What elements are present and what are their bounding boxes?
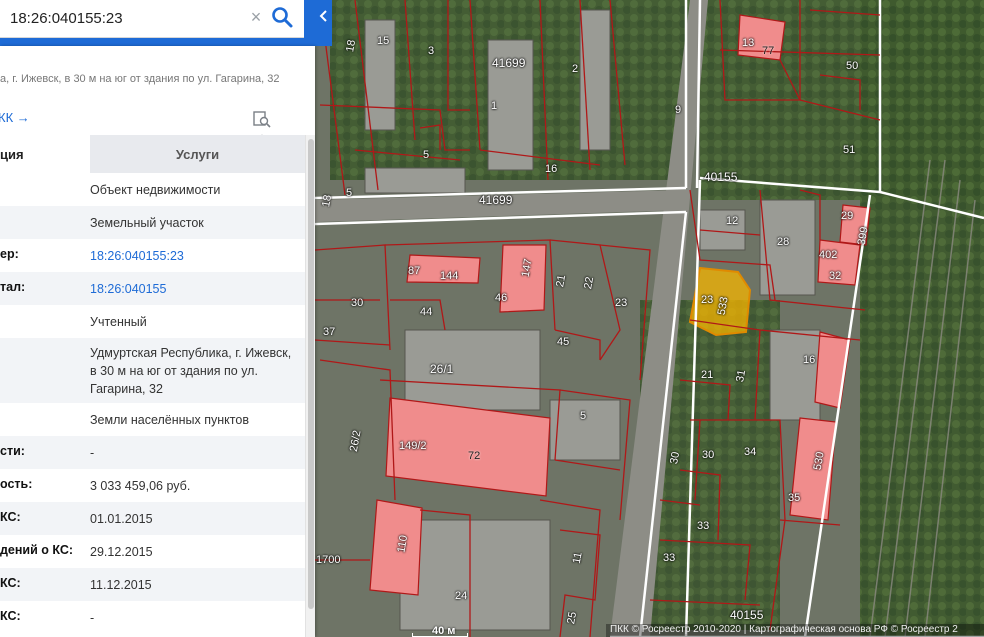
row-value: -	[90, 446, 95, 460]
search-bar: ×	[0, 0, 332, 46]
row-value: -	[90, 611, 95, 625]
row-key: ость:	[0, 477, 33, 491]
pkk-link[interactable]: КК →	[0, 110, 30, 125]
search-box: ×	[0, 0, 304, 38]
row-key: КС:	[0, 609, 21, 623]
tab-services[interactable]: Услуги	[90, 135, 305, 173]
row-value: Удмуртская Республика, г. Ижевск, в 30 м…	[90, 346, 292, 396]
map-copyright: ПКК © Росреестр 2010-2020 | Картографиче…	[606, 624, 984, 637]
object-address-subtitle: а, г. Ижевск, в 30 м на юг от здания по …	[0, 73, 280, 85]
row-value: 29.12.2015	[90, 545, 153, 559]
row-key: КС:	[0, 510, 21, 524]
table-row: ость: 3 033 459,06 руб.	[0, 469, 305, 502]
cadastral-number-link[interactable]: 18:26:040155:23	[90, 247, 300, 265]
panel-tabs: ция Услуги	[0, 135, 305, 173]
row-key: тал:	[0, 280, 26, 294]
table-row: Удмуртская Республика, г. Ижевск, в 30 м…	[0, 338, 305, 403]
table-row: дений о КС: 29.12.2015	[0, 535, 305, 568]
row-value: Учтенный	[90, 315, 147, 329]
row-key: КС:	[0, 576, 21, 590]
table-row: тал: 18:26:040155	[0, 272, 305, 305]
quarter-number-link[interactable]: 18:26:040155	[90, 280, 300, 298]
table-row: сти: -	[0, 436, 305, 469]
row-value: Земельный участок	[90, 216, 204, 230]
close-icon[interactable]: ×	[245, 6, 267, 28]
table-row: Земельный участок	[0, 206, 305, 239]
search-input[interactable]	[10, 4, 240, 32]
scale-label: 40 м	[432, 625, 456, 637]
panel-scrollbar[interactable]	[305, 135, 315, 637]
chevron-left-icon[interactable]	[315, 0, 332, 46]
selected-parcel[interactable]	[688, 266, 752, 337]
tab-information[interactable]: ция	[0, 135, 90, 173]
row-value: Земли населённых пунктов	[90, 413, 249, 427]
scrollbar-thumb[interactable]	[308, 139, 314, 609]
search-icon[interactable]	[268, 3, 296, 31]
panel-tools	[252, 109, 300, 153]
table-row: КС: -	[0, 601, 305, 637]
table-row: КС: 01.01.2015	[0, 502, 305, 535]
table-row: ер: 18:26:040155:23	[0, 239, 305, 272]
table-row: Учтенный	[0, 305, 305, 338]
row-key: дений о КС:	[0, 543, 74, 557]
row-value: 3 033 459,06 руб.	[90, 479, 191, 493]
zoom-document-icon[interactable]	[252, 109, 272, 129]
greenery-area	[860, 0, 984, 637]
row-value: 01.01.2015	[90, 512, 153, 526]
table-row: КС: 11.12.2015	[0, 568, 305, 601]
table-row: Объект недвижимости	[0, 173, 305, 206]
row-value: 11.12.2015	[90, 578, 152, 592]
row-value: Объект недвижимости	[90, 183, 221, 197]
table-row: Земли населённых пунктов	[0, 403, 305, 436]
row-key: ер:	[0, 247, 19, 261]
info-panel: а, г. Ижевск, в 30 м на юг от здания по …	[0, 46, 315, 637]
row-key: сти:	[0, 444, 25, 458]
